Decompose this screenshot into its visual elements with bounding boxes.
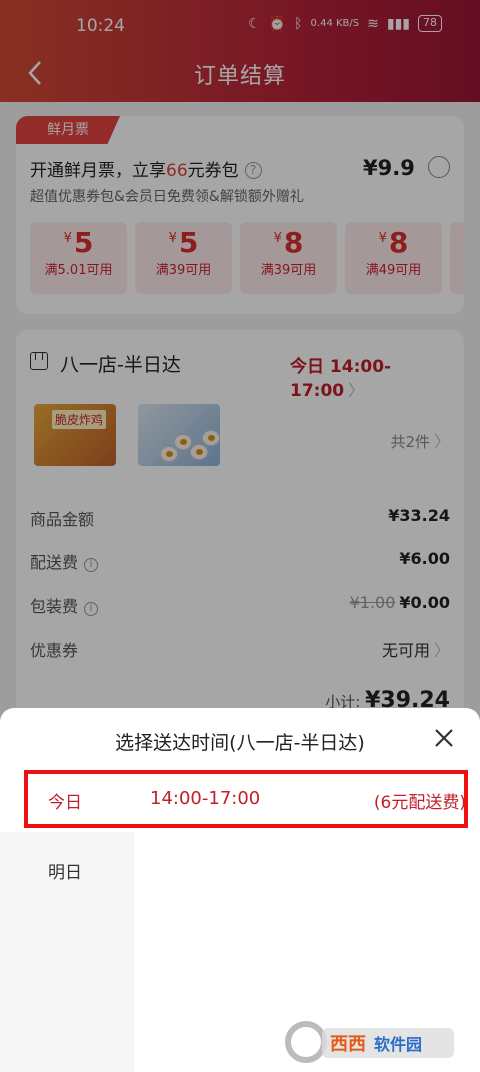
close-icon <box>435 729 453 747</box>
close-button[interactable] <box>430 724 458 752</box>
day-tomorrow[interactable]: 明日 <box>48 858 82 883</box>
sheet-title: 选择送达时间(八一店-半日达) <box>115 732 365 754</box>
svg-text:软件园: 软件园 <box>374 1035 422 1054</box>
watermark-logo: 西西 软件园 <box>282 1016 462 1064</box>
highlight-box <box>24 770 468 828</box>
svg-text:西西: 西西 <box>330 1034 366 1055</box>
